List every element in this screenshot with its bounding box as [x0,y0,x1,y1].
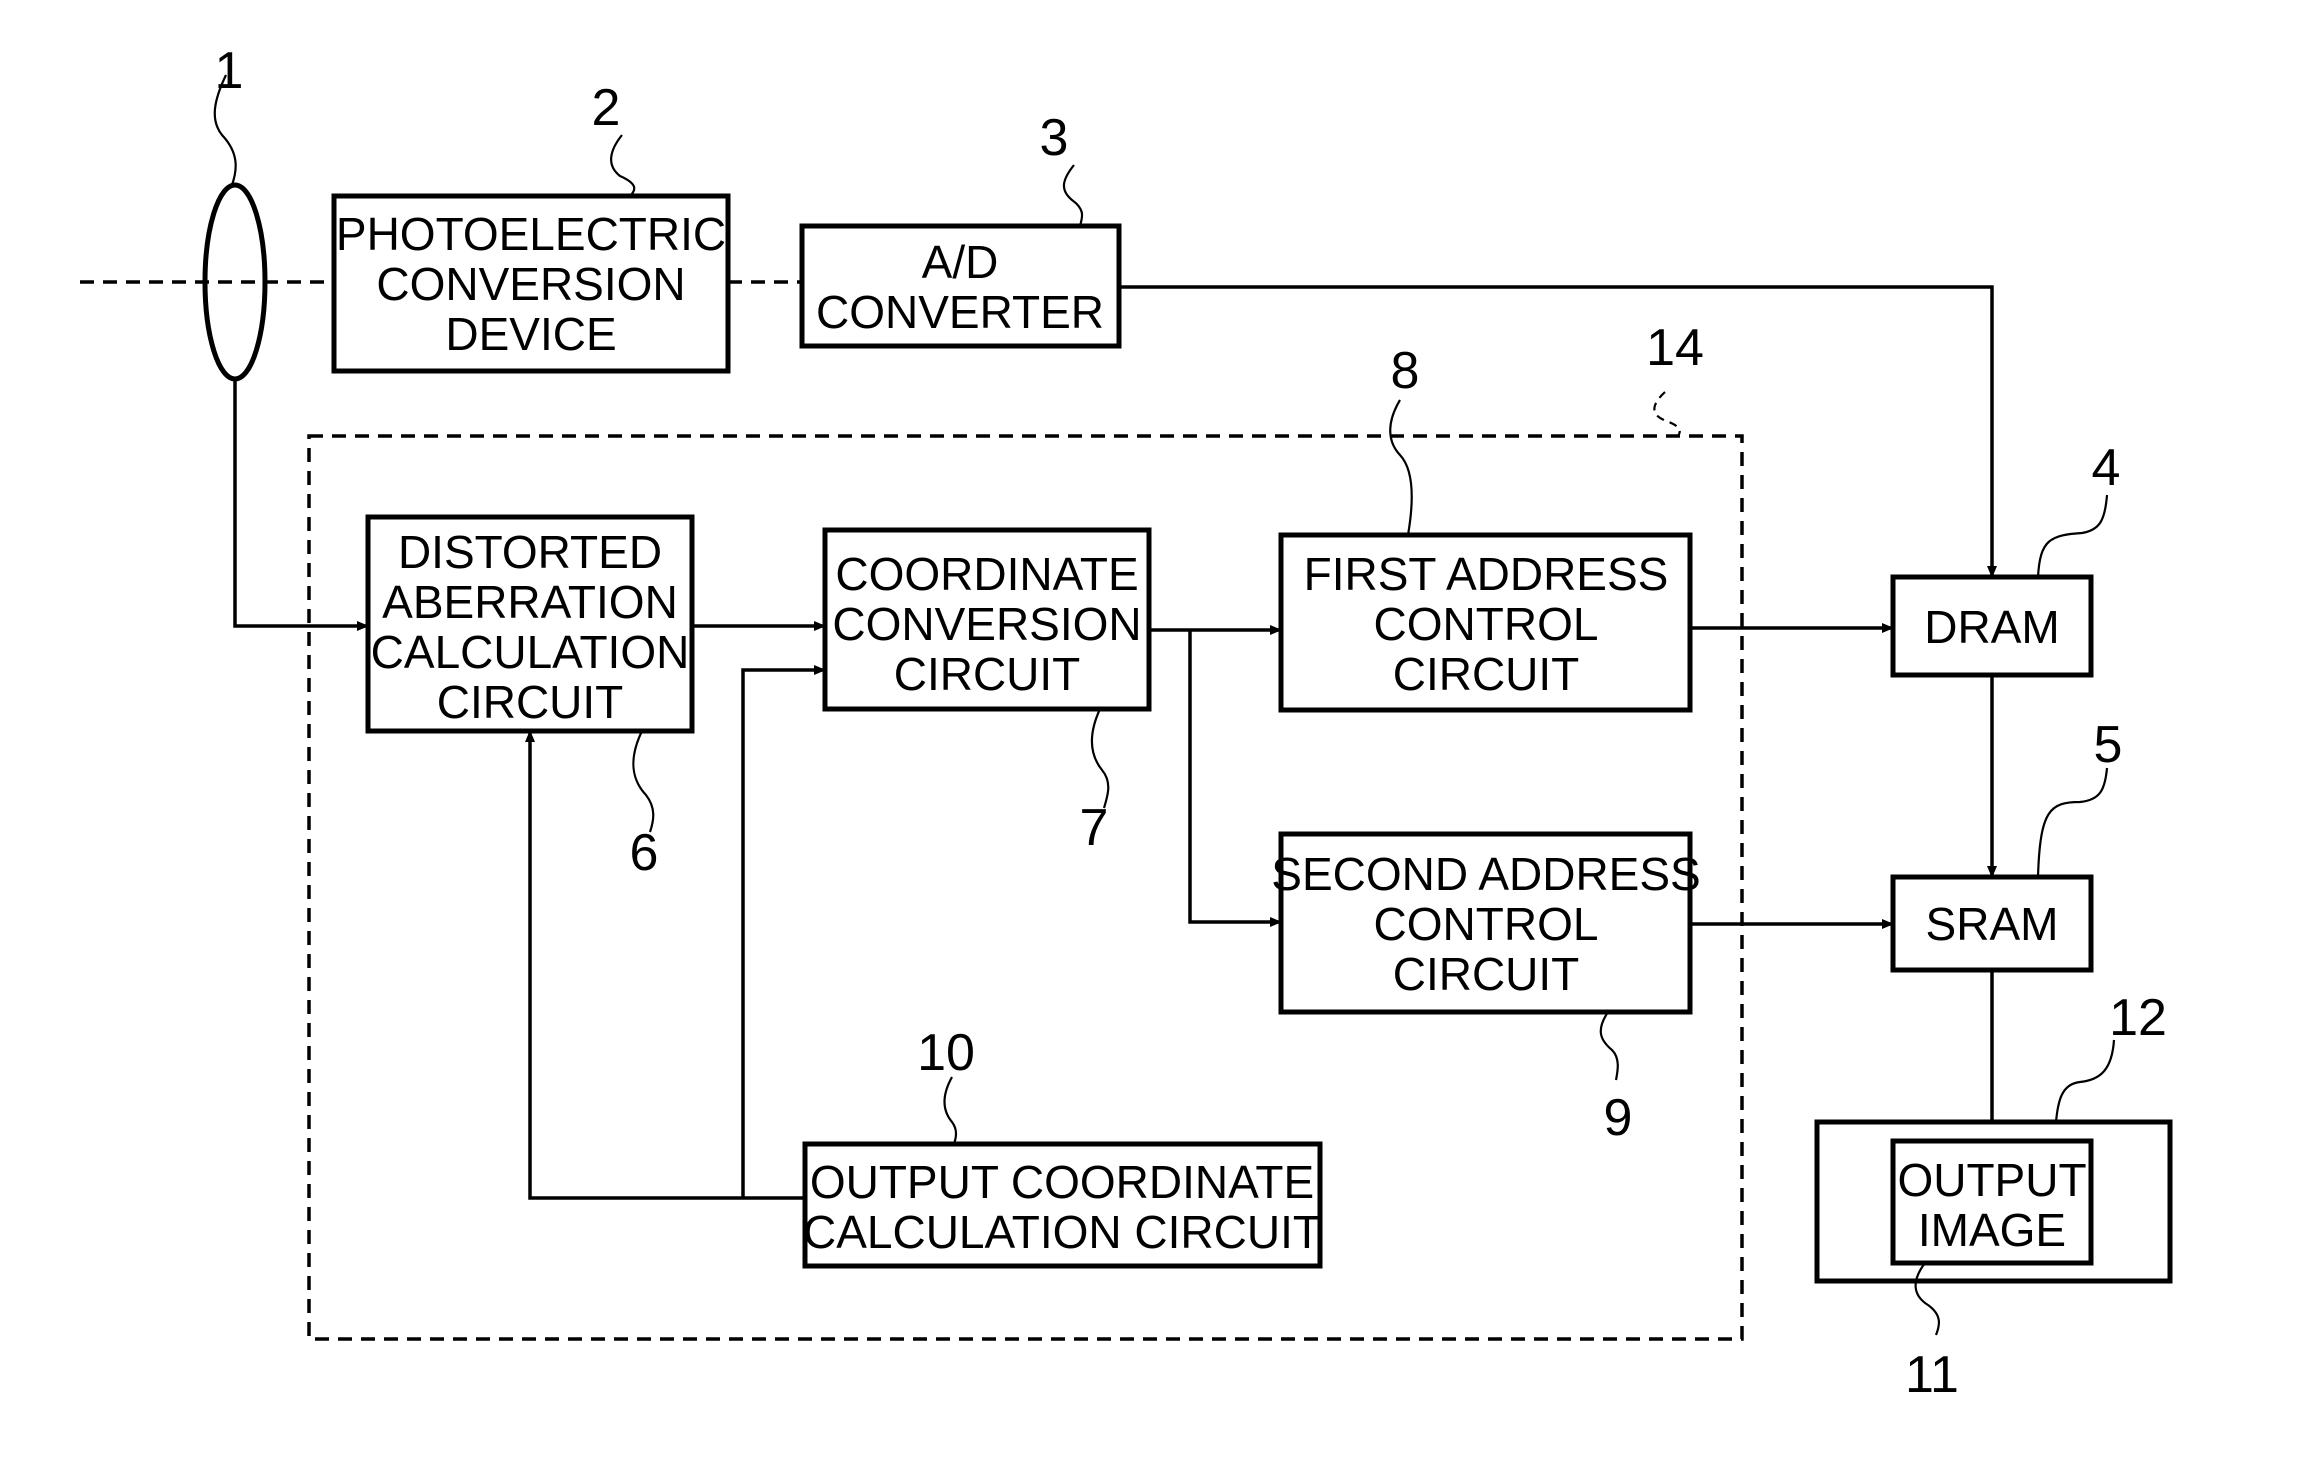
distorted-line-3: CALCULATION [371,626,690,678]
photoelectric-line-3: DEVICE [445,308,616,360]
ad-line-1: A/D [922,236,999,288]
distorted-line-4: CIRCUIT [437,676,624,728]
coord-line-2: CONVERSION [832,598,1141,650]
second-line-1: SECOND ADDRESS [1271,848,1700,900]
ref-14: 14 [1646,319,1704,377]
ref-9: 9 [1604,1089,1633,1147]
leader-10 [943,1076,958,1145]
leader-6 [632,730,655,833]
leader-8 [1389,399,1413,536]
wire-coord-to-second [1188,630,1282,927]
distorted-line-1: DISTORTED [398,526,662,578]
outcoord-line-2: CALCULATION CIRCUIT [803,1206,1321,1258]
distorted-line-2: ABERRATION [382,576,678,628]
ad-line-2: CONVERTER [816,286,1104,338]
ref-2: 2 [592,79,621,137]
first-line-3: CIRCUIT [1393,648,1580,700]
leader-5 [2036,767,2109,878]
leader-4 [2036,494,2109,578]
wire-outcoord-to-distorted [525,730,805,1200]
leader-2 [610,134,636,197]
ref-3: 3 [1040,109,1069,167]
output-image-line-1: OUTPUT [1897,1154,2086,1206]
ref-10: 10 [917,1024,975,1082]
first-line-1: FIRST ADDRESS [1304,548,1669,600]
block-diagram: 1 PHOTOELECTRIC CONVERSION DEVICE 2 A/D … [80,42,2173,1404]
wire-lens-to-distorted [233,379,369,631]
leader-14 [1653,391,1681,437]
coord-line-3: CIRCUIT [894,648,1081,700]
sram-label: SRAM [1926,898,2059,950]
ref-6: 6 [630,824,659,882]
second-line-3: CIRCUIT [1393,948,1580,1000]
leader-9 [1599,1011,1619,1081]
ref-5: 5 [2094,716,2123,774]
lens-1 [202,182,268,382]
ref-7: 7 [1080,799,1109,857]
ref-11: 11 [1905,1346,1959,1404]
leader-7 [1090,708,1110,809]
photoelectric-line-2: CONVERSION [376,258,685,310]
second-line-2: CONTROL [1374,898,1599,950]
outcoord-line-1: OUTPUT COORDINATE [810,1156,1314,1208]
output-image-line-2: IMAGE [1918,1204,2066,1256]
photoelectric-line-1: PHOTOELECTRIC [336,208,726,260]
dram-label: DRAM [1924,601,2059,653]
leader-3 [1062,164,1084,227]
ref-1: 1 [215,42,244,100]
first-line-2: CONTROL [1374,598,1599,650]
leader-12 [2054,1039,2116,1123]
ref-8: 8 [1391,342,1420,400]
ref-4: 4 [2092,439,2121,497]
wire-outcoord-to-coord [741,665,826,1198]
coord-line-1: COORDINATE [835,548,1138,600]
ref-12: 12 [2109,989,2167,1047]
